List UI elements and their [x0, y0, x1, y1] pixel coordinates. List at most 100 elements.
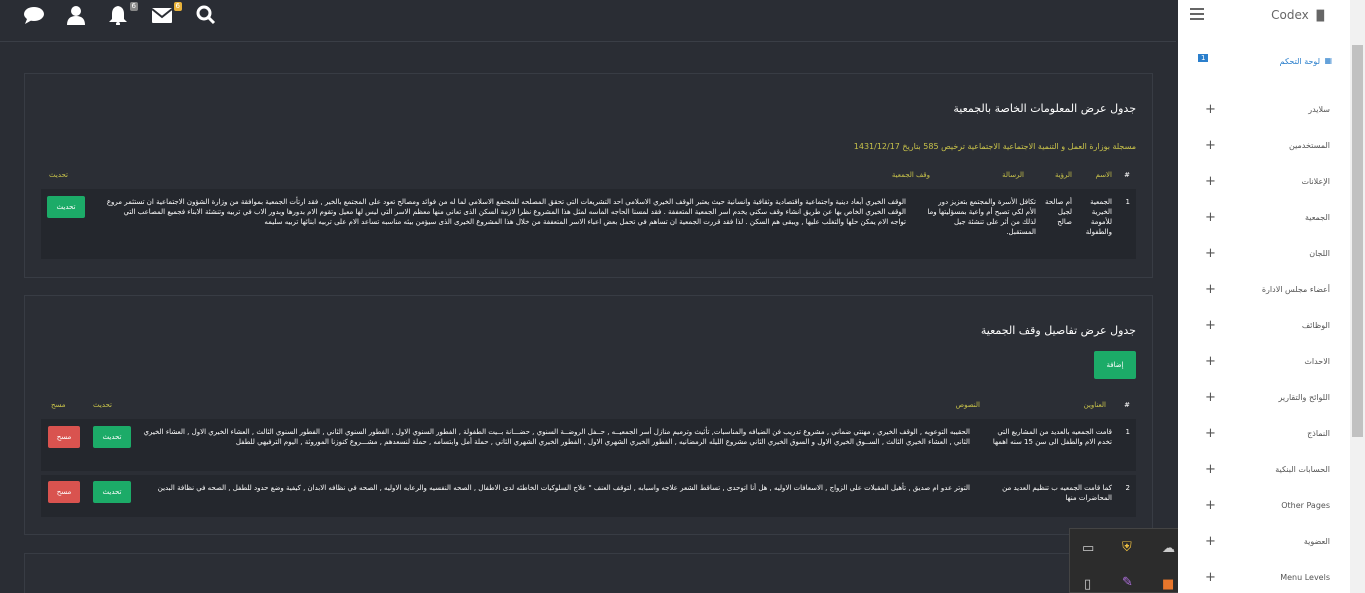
top-navbar: 6 6	[0, 0, 1176, 42]
sidebar-item-ads[interactable]: + الإعلانات	[1178, 173, 1350, 193]
dashboard-badge: 1	[1198, 54, 1209, 62]
plus-icon: +	[1205, 354, 1216, 369]
brand-title: Codex ▐▌	[1271, 8, 1328, 22]
plus-icon: +	[1205, 318, 1216, 333]
col-delete: مسح	[51, 401, 66, 409]
row-vision: أم صالحة لجيل صالح	[1045, 198, 1072, 226]
sidebar-item-other-pages[interactable]: + Other Pages	[1178, 497, 1350, 517]
row-name: الجمعية الخيرية للأمومة والطفولة	[1085, 198, 1112, 236]
plus-icon: +	[1205, 498, 1216, 513]
sidebar-item-label: الاحداث	[1304, 357, 1330, 366]
waqf-details-panel: جدول عرض تفاصيل وقف الجمعية إضافة # العن…	[24, 295, 1153, 535]
sidebar-item-dashboard[interactable]: 1 لوحة التحكم ▦	[1178, 53, 1350, 73]
scrollbar[interactable]	[1350, 0, 1365, 593]
user-icon[interactable]	[64, 5, 88, 29]
col-name: الاسم	[1095, 171, 1112, 179]
monitor-icon[interactable]: ▭	[1082, 541, 1094, 556]
sidebar-item-label: أعضاء مجلس الادارة	[1261, 285, 1330, 294]
table-header: # العناوين النصوص تحديث مسح	[41, 398, 1136, 414]
xampp-icon[interactable]: ■	[1162, 577, 1174, 592]
sidebar-item-regulations[interactable]: + اللوائح والتقارير	[1178, 389, 1350, 409]
panel-title: جدول عرض المعلومات الخاصة بالجمعية	[953, 102, 1136, 115]
scrollbar-thumb[interactable]	[1352, 45, 1363, 437]
sidebar-item-board[interactable]: + أعضاء مجلس الادارة	[1178, 281, 1350, 301]
sidebar-item-menu-levels[interactable]: + Menu Levels	[1178, 569, 1350, 589]
usb-icon[interactable]: ▯	[1084, 577, 1091, 592]
col-texts: النصوص	[955, 401, 980, 409]
row-mission: تكافل الأسرة والمجتمع بتعزيز دور الأم لك…	[927, 198, 1036, 236]
grid-icon: ▦	[1324, 56, 1332, 65]
row-num: 1	[1125, 198, 1130, 206]
col-num: #	[1124, 401, 1130, 409]
panel-title: جدول عرض تفاصيل وقف الجمعية	[980, 324, 1136, 337]
notification-count-badge: 6	[129, 2, 138, 11]
license-info: مسجلة بوزارة العمل و التنمية الاجتماعية …	[853, 142, 1136, 151]
update-button[interactable]: تحديث	[93, 481, 131, 503]
row-texts: التوتر عدو ام صديق , تأهيل المقبلات على …	[157, 484, 970, 492]
sidebar-item-committees[interactable]: + اللجان	[1178, 245, 1350, 265]
col-update: تحديث	[49, 171, 68, 179]
plus-icon: +	[1205, 570, 1216, 585]
plus-icon: +	[1205, 138, 1216, 153]
partial-panel	[24, 553, 1153, 593]
plus-icon: +	[1205, 174, 1216, 189]
sidebar-item-slider[interactable]: + سلايدر	[1178, 101, 1350, 121]
plus-icon: +	[1205, 282, 1216, 297]
table-row: 2 كما قامت الجمعيه ب تنظيم العديد من الم…	[41, 475, 1136, 517]
table-row: 1 قامت الجمعيه بالعديد من المشاريع التي …	[41, 419, 1136, 471]
mail-count-badge: 6	[173, 2, 182, 11]
sidebar: Codex ▐▌ 1 لوحة التحكم ▦ + سلايدر + المس…	[1178, 0, 1350, 593]
sidebar-item-label: Other Pages	[1281, 501, 1330, 510]
plus-icon: +	[1205, 210, 1216, 225]
add-button[interactable]: إضافة	[1094, 351, 1136, 379]
plus-icon: +	[1205, 390, 1216, 405]
col-vision: الرؤية	[1054, 171, 1072, 179]
sidebar-item-events[interactable]: + الاحداث	[1178, 353, 1350, 373]
plus-icon: +	[1205, 462, 1216, 477]
sidebar-item-membership[interactable]: + العضوية	[1178, 533, 1350, 553]
sidebar-item-jobs[interactable]: + الوظائف	[1178, 317, 1350, 337]
brand-name: Codex	[1271, 8, 1309, 22]
sidebar-item-label: Menu Levels	[1280, 573, 1330, 582]
sidebar-item-label: اللوائح والتقارير	[1278, 393, 1330, 402]
delete-button[interactable]: مسح	[48, 426, 80, 448]
sidebar-item-association[interactable]: + الجمعية	[1178, 209, 1350, 229]
sidebar-item-forms[interactable]: + النماذج	[1178, 425, 1350, 445]
bell-icon[interactable]: 6	[106, 2, 138, 29]
mail-icon[interactable]: 6	[150, 2, 182, 29]
plus-icon: +	[1205, 246, 1216, 261]
col-mission: الرسالة	[1002, 171, 1024, 179]
delete-button[interactable]: مسح	[48, 481, 80, 503]
sidebar-item-users[interactable]: + المستخدمين	[1178, 137, 1350, 157]
plus-icon: +	[1205, 426, 1216, 441]
row-num: 2	[1125, 484, 1130, 492]
sidebar-item-bank-accounts[interactable]: + الحسابات البنكية	[1178, 461, 1350, 481]
sidebar-item-label: الجمعية	[1304, 213, 1330, 222]
row-address: كما قامت الجمعيه ب تنظيم العديد من المحا…	[1002, 484, 1112, 502]
plus-icon: +	[1205, 534, 1216, 549]
table-header: # الاسم الرؤية الرسالة وقف الجمعية تحديث	[41, 168, 1136, 184]
col-num: #	[1124, 171, 1130, 179]
sidebar-item-label: لوحة التحكم	[1279, 57, 1320, 66]
menu-icon[interactable]	[1190, 6, 1204, 20]
row-texts: الحقيبه التوعويه , الوقف الخيري , مهنتي …	[143, 428, 970, 446]
system-tray-popup: ▭ ⛨ ☁ ▯ ✎ ■	[1069, 528, 1189, 593]
sidebar-item-label: اللجان	[1309, 249, 1330, 258]
sidebar-item-label: المستخدمين	[1289, 141, 1330, 150]
table-row: 1 الجمعية الخيرية للأمومة والطفولة أم صا…	[41, 189, 1136, 259]
search-icon[interactable]	[194, 5, 218, 29]
sidebar-item-label: العضوية	[1303, 537, 1330, 546]
sidebar-item-label: سلايدر	[1308, 105, 1330, 114]
update-button[interactable]: تحديث	[93, 426, 131, 448]
update-button[interactable]: تحديث	[47, 196, 85, 218]
shield-icon[interactable]: ⛨	[1122, 540, 1132, 555]
row-address: قامت الجمعيه بالعديد من المشاريع التي تخ…	[992, 428, 1112, 446]
chat-icon[interactable]	[22, 5, 46, 29]
main-content: جدول عرض المعلومات الخاصة بالجمعية مسجلة…	[0, 43, 1176, 593]
sidebar-item-label: الإعلانات	[1301, 177, 1330, 186]
cloud-icon[interactable]: ☁	[1162, 541, 1175, 556]
sidebar-item-label: الحسابات البنكية	[1275, 465, 1330, 474]
plus-icon: +	[1205, 102, 1216, 117]
col-update: تحديث	[93, 401, 112, 409]
feather-icon[interactable]: ✎	[1122, 575, 1133, 590]
